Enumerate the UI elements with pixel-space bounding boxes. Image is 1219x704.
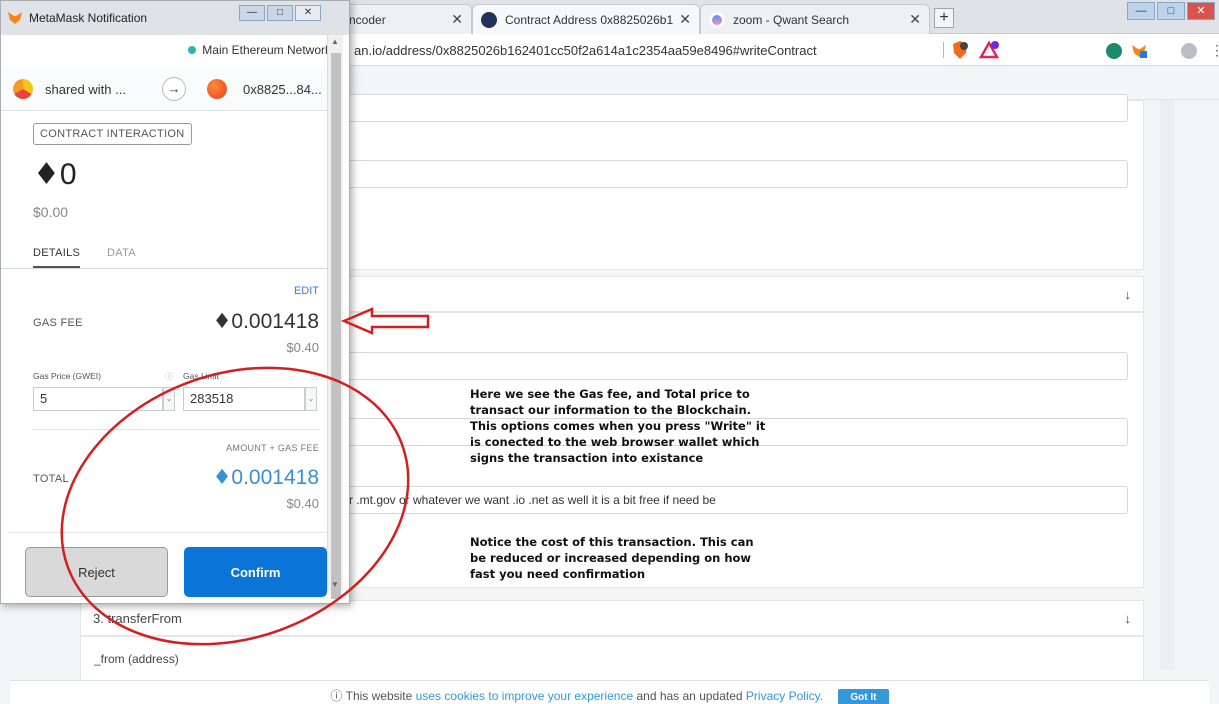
network-status-icon: [188, 46, 197, 54]
contract-input-field[interactable]: [340, 352, 1128, 380]
from-account-avatar: [13, 79, 33, 99]
contract-input-field[interactable]: r .mt.gov or whatever we want .io .net a…: [340, 486, 1128, 514]
cookie-banner: ⓘ This website uses cookies to improve y…: [10, 680, 1209, 704]
amount-usd: $0.00: [33, 204, 69, 220]
close-window-button[interactable]: ✕: [1187, 2, 1215, 20]
to-account-address[interactable]: 0x8825...84...: [243, 82, 322, 97]
to-account-avatar: [207, 79, 227, 99]
browser-tab-qwant[interactable]: zoom - Qwant Search ✕: [700, 4, 930, 34]
cookie-text: and has an updated: [636, 689, 743, 703]
annotation-line: fast you need confirmation: [470, 567, 646, 581]
tab-title: Contract Address 0x8825026b162: [505, 12, 674, 27]
extension-icon[interactable]: [1106, 43, 1122, 59]
brave-shields-icon[interactable]: [950, 40, 970, 60]
expand-arrow-icon[interactable]: ↓: [1125, 611, 1132, 626]
gas-fee-amount: 0.001418: [231, 310, 319, 333]
from-account-name[interactable]: shared with ...: [45, 82, 126, 97]
privacy-policy-link[interactable]: Privacy Policy.: [746, 689, 823, 703]
brave-rewards-icon[interactable]: [978, 40, 1000, 60]
tab-close-icon[interactable]: ✕: [679, 11, 691, 28]
red-circle-annotation-icon: [60, 366, 410, 646]
scroll-up-icon[interactable]: ▲: [331, 37, 339, 46]
account-transfer-row: shared with ... → 0x8825...84...: [1, 67, 327, 111]
metamask-fox-icon: [8, 12, 22, 24]
gas-fee-value: ♦0.001418: [213, 309, 319, 334]
tab-title: zoom - Qwant Search: [733, 12, 850, 27]
metamask-tabs: DETAILS DATA: [1, 241, 327, 269]
annotation-line: Here we see the Gas fee, and Total price…: [470, 387, 750, 401]
window-controls: — □ ✕: [1127, 2, 1215, 20]
metamask-titlebar: MetaMask Notification — □ ✕: [1, 1, 349, 35]
annotation-line: be reduced or increased depending on how: [470, 551, 752, 565]
tab-title: ncoder: [349, 12, 386, 27]
maximize-button[interactable]: □: [1157, 2, 1185, 20]
close-window-button[interactable]: ✕: [295, 5, 321, 21]
metamask-window-title: MetaMask Notification: [29, 11, 148, 25]
etherscan-favicon-icon: [481, 11, 497, 28]
tab-close-icon[interactable]: ✕: [909, 11, 921, 28]
tab-details[interactable]: DETAILS: [33, 247, 81, 268]
profile-icon[interactable]: [1181, 43, 1197, 59]
cookie-text: This website: [345, 689, 413, 703]
contract-interaction-badge: CONTRACT INTERACTION: [33, 123, 192, 145]
annotation-note-gas: Here we see the Gas fee, and Total price…: [470, 386, 765, 466]
edit-gas-link[interactable]: EDIT: [294, 285, 319, 297]
annotation-line: is conected to the web browser wallet wh…: [470, 435, 760, 449]
annotation-line: signs the transaction into existance: [470, 451, 704, 465]
tab-data[interactable]: DATA: [107, 247, 136, 259]
amount-value: 0: [59, 158, 77, 191]
browser-tab-encoder[interactable]: ncoder ✕: [340, 4, 472, 34]
toolbar-divider: [943, 42, 944, 58]
ethereum-icon: ♦: [212, 309, 232, 333]
ethereum-icon: ♦: [33, 157, 60, 192]
annotation-line: transact our information to the Blockcha…: [470, 403, 752, 417]
metamask-window-controls: — □ ✕: [239, 5, 321, 21]
annotation-note-cost: Notice the cost of this transaction. Thi…: [470, 534, 754, 582]
annotation-line: This options comes when you press "Write…: [470, 419, 766, 433]
cookies-link[interactable]: uses cookies to improve your experience: [416, 689, 633, 703]
tab-close-icon[interactable]: ✕: [451, 11, 463, 28]
minimize-button[interactable]: —: [1127, 2, 1155, 20]
arrow-right-icon: →: [162, 77, 186, 101]
url-field[interactable]: an.io/address/0x8825026b162401cc50f2a614…: [354, 43, 817, 58]
metamask-extension-icon[interactable]: [1131, 43, 1147, 59]
annotation-line: Notice the cost of this transaction. Thi…: [470, 535, 754, 549]
minimize-button[interactable]: —: [239, 5, 265, 21]
contract-input-field[interactable]: [340, 94, 1128, 122]
network-name: Main Ethereum Network: [202, 43, 331, 57]
browser-tab-contract-address[interactable]: Contract Address 0x8825026b162 ✕: [472, 4, 700, 34]
transaction-amount: ♦0: [33, 157, 77, 192]
qwant-favicon-icon: [709, 11, 725, 28]
red-arrow-annotation-icon: [340, 307, 430, 335]
expand-arrow-icon[interactable]: ↓: [1125, 287, 1132, 302]
contract-input-field[interactable]: [340, 160, 1128, 188]
menu-icon[interactable]: ⋮: [1210, 42, 1219, 59]
gas-fee-label: GAS FEE: [33, 317, 83, 329]
maximize-button[interactable]: □: [267, 5, 293, 21]
info-icon: ⓘ: [330, 689, 343, 703]
gas-fee-usd: $0.40: [286, 340, 319, 355]
new-tab-button[interactable]: +: [934, 8, 954, 28]
page-scrollbar[interactable]: [1160, 100, 1174, 670]
got-it-button[interactable]: Got It: [838, 689, 889, 704]
network-indicator[interactable]: Main Ethereum Network: [188, 43, 331, 57]
